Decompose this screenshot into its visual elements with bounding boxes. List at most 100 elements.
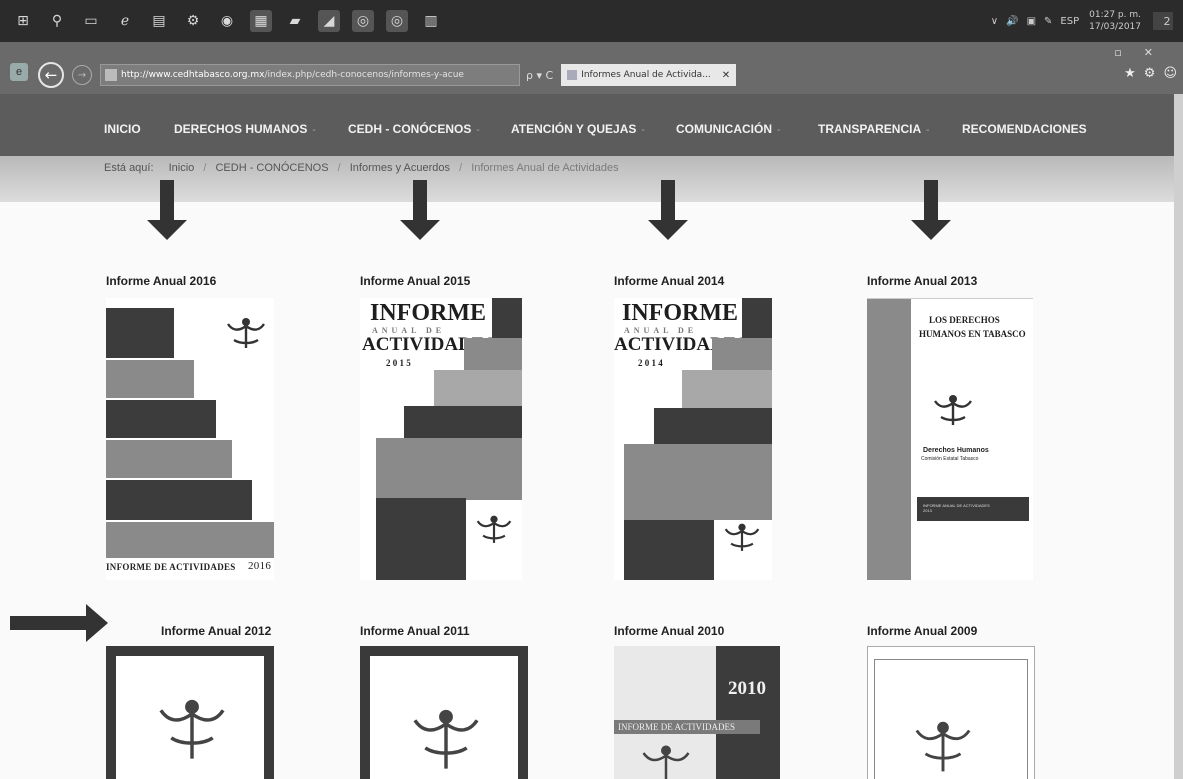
- report-cover-2011[interactable]: [360, 646, 528, 779]
- clock[interactable]: 01:27 p. m. 17/03/2017: [1089, 9, 1141, 33]
- report-cover-2013[interactable]: LOS DERECHOS HUMANOS EN TABASCO Derechos…: [867, 298, 1033, 580]
- site-favicon-icon: [105, 69, 117, 81]
- cover-heading: INFORME: [622, 300, 738, 326]
- network-icon[interactable]: ▣: [1027, 16, 1036, 27]
- mail-app-icon[interactable]: ◎: [352, 10, 374, 32]
- tab-title: Informes Anual de Activida...: [581, 70, 711, 80]
- cover-photo: [624, 520, 714, 580]
- cover-dark-panel: [716, 646, 780, 779]
- breadcrumb: Está aquí: Inicio / CEDH - CONÓCENOS / I…: [104, 162, 619, 174]
- browser-tab[interactable]: Informes Anual de Activida... ✕: [561, 64, 737, 86]
- nav-item-comunicacion[interactable]: COMUNICACIÓN -: [676, 122, 780, 136]
- address-bar[interactable]: http://www.cedhtabasco.org.mx/index.php/…: [100, 64, 520, 86]
- cover-band-text: INFORME ANUAL DE ACTIVIDADES: [923, 503, 990, 508]
- pen-icon[interactable]: ✎: [1044, 16, 1052, 27]
- cover-heading: LOS DERECHOS: [929, 315, 1000, 325]
- windows-start-icon[interactable]: ⊞: [12, 10, 34, 32]
- nav-label: INICIO: [104, 122, 141, 136]
- notifications-icon[interactable]: 2: [1153, 12, 1173, 30]
- system-tray: ∨ 🔊 ▣ ✎ ESP 01:27 p. m. 17/03/2017 2: [983, 0, 1173, 42]
- chrome-icon[interactable]: ◉: [216, 10, 238, 32]
- cover-photo: [376, 438, 522, 500]
- settings-icon[interactable]: ⚙: [182, 10, 204, 32]
- nav-item-inicio[interactable]: INICIO: [104, 122, 141, 136]
- close-window-button[interactable]: ✕: [1144, 46, 1153, 59]
- photo-app-icon[interactable]: ▦: [250, 10, 272, 32]
- nav-label: CEDH - CONÓCENOS: [348, 122, 472, 136]
- edge-icon[interactable]: ℯ: [114, 10, 136, 32]
- language-indicator[interactable]: ESP: [1060, 16, 1079, 27]
- report-title-2009[interactable]: Informe Anual 2009: [867, 624, 977, 638]
- annotation-arrow-down-icon: [648, 180, 688, 240]
- ie-logo-icon: e: [10, 63, 28, 81]
- nav-item-transparencia[interactable]: TRANSPARENCIA -: [818, 122, 929, 136]
- nav-label: RECOMENDACIONES: [962, 122, 1087, 136]
- cover-heading: INFORME: [370, 300, 486, 326]
- office-app-icon[interactable]: ◢: [318, 10, 340, 32]
- logo-caption: Derechos Humanos: [923, 447, 989, 454]
- volume-icon[interactable]: 🔊: [1006, 16, 1018, 27]
- report-cover-2014[interactable]: INFORME ANUAL DE ACTIVIDADES 2 0 1 4: [614, 298, 772, 580]
- breadcrumb-link-inicio[interactable]: Inicio: [169, 162, 195, 174]
- nav-item-cedh-conocenos[interactable]: CEDH - CONÓCENOS -: [348, 122, 480, 136]
- nav-item-recomendaciones[interactable]: RECOMENDACIONES: [962, 122, 1087, 136]
- url-host: http://www.cedhtabasco.org.mx: [121, 70, 265, 80]
- nav-label: ATENCIÓN Y QUEJAS: [511, 122, 637, 136]
- cover-heading-2: HUMANOS EN TABASCO: [919, 329, 1026, 339]
- breadcrumb-separator: /: [337, 162, 341, 174]
- report-cover-2012[interactable]: [106, 646, 274, 779]
- cover-photo: [654, 408, 772, 448]
- breadcrumb-link-cedh[interactable]: CEDH - CONÓCENOS: [215, 162, 328, 174]
- nav-item-atencion-y-quejas[interactable]: ATENCIÓN Y QUEJAS -: [511, 122, 645, 136]
- report-cover-2016[interactable]: INFORME DE ACTIVIDADES 2016: [106, 298, 274, 580]
- report-title-2012[interactable]: Informe Anual 2012: [161, 624, 271, 638]
- report-cover-2009[interactable]: [867, 646, 1035, 779]
- file-explorer-icon[interactable]: ▤: [148, 10, 170, 32]
- hands-logo-icon: [934, 395, 972, 425]
- cover-footer-text: INFORME DE ACTIVIDADES: [106, 562, 236, 572]
- hands-logo-icon: [915, 721, 971, 772]
- word-app-icon[interactable]: ▥: [420, 10, 442, 32]
- address-controls[interactable]: ρ ▾ C: [526, 69, 553, 82]
- page-scrollbar[interactable]: [1174, 94, 1183, 779]
- breadcrumb-link-informes[interactable]: Informes y Acuerdos: [350, 162, 450, 174]
- notes-app-icon[interactable]: ▰: [284, 10, 306, 32]
- cover-year: 2010: [728, 678, 766, 699]
- nav-item-derechos-humanos[interactable]: DERECHOS HUMANOS -: [174, 122, 316, 136]
- forward-button[interactable]: →: [72, 65, 92, 85]
- report-title-2015[interactable]: Informe Anual 2015: [360, 274, 470, 288]
- report-title-2011[interactable]: Informe Anual 2011: [360, 624, 470, 638]
- report-cover-2015[interactable]: INFORME ANUAL DE ACTIVIDADES 2 0 1 5: [360, 298, 522, 580]
- smiley-feedback-icon[interactable]: ☺: [1163, 66, 1177, 81]
- tools-gear-icon[interactable]: ⚙: [1144, 66, 1156, 81]
- breadcrumb-prefix: Está aquí:: [104, 162, 154, 174]
- favorites-star-icon[interactable]: ★: [1124, 66, 1136, 81]
- back-button[interactable]: ←: [38, 62, 64, 88]
- notification-count: 2: [1163, 14, 1171, 28]
- cover-band: INFORME ANUAL DE ACTIVIDADES 2013: [917, 497, 1029, 521]
- cover-photo: [106, 308, 174, 358]
- search-icon[interactable]: ⚲: [46, 10, 68, 32]
- clock-date: 17/03/2017: [1089, 22, 1141, 32]
- annotation-arrow-down-icon: [147, 180, 187, 240]
- hands-logo-icon: [159, 699, 225, 759]
- store-app-icon[interactable]: ◎: [386, 10, 408, 32]
- report-title-2016[interactable]: Informe Anual 2016: [106, 274, 216, 288]
- cover-photo: [624, 444, 772, 520]
- task-view-icon[interactable]: ▭: [80, 10, 102, 32]
- tab-close-icon[interactable]: ✕: [722, 70, 730, 81]
- hands-logo-icon: [476, 515, 512, 543]
- nav-label: DERECHOS HUMANOS: [174, 122, 308, 136]
- report-title-2013[interactable]: Informe Anual 2013: [867, 274, 977, 288]
- annotation-arrow-down-icon: [911, 180, 951, 240]
- report-title-2014[interactable]: Informe Anual 2014: [614, 274, 724, 288]
- report-title-2010[interactable]: Informe Anual 2010: [614, 624, 724, 638]
- cover-year: 2016: [248, 560, 272, 572]
- cover-band-text: INFORME DE ACTIVIDADES: [618, 722, 735, 732]
- maximize-button[interactable]: ▫: [1114, 46, 1121, 59]
- report-cover-2010[interactable]: 2010 INFORME DE ACTIVIDADES: [614, 646, 780, 779]
- tray-chevron-icon[interactable]: ∨: [991, 16, 998, 27]
- nav-label: COMUNICACIÓN: [676, 122, 772, 136]
- tab-favicon-icon: [567, 70, 578, 80]
- hands-logo-icon: [227, 318, 265, 348]
